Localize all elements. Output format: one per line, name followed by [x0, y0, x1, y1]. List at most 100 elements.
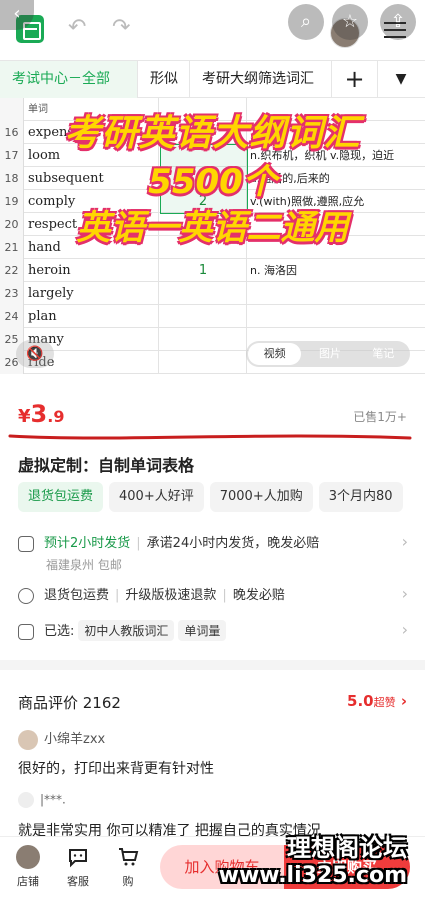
selected-options-row[interactable]: 已选: 初中人教版词汇 单词量 › [18, 620, 408, 641]
cell-definition[interactable]: n. 海洛因 [248, 259, 425, 282]
chevron-down-icon[interactable]: ▼ [378, 61, 424, 97]
price-area: ¥3.9 已售1万+ [0, 378, 425, 440]
favorite-button[interactable]: ☆ [332, 4, 368, 40]
bottom-action-bar: 店铺 客服 购 加入购物车 立即购买 [0, 836, 425, 900]
shipping-row[interactable]: 预计2小时发货 | 承诺24小时内发货，晚发必赔 › 福建泉州 包邮 [18, 532, 408, 573]
row-number[interactable]: 23 [0, 282, 24, 305]
cell-definition[interactable]: v.(with)照做,遵照,应允 [248, 190, 425, 213]
section-divider [0, 660, 425, 670]
row-number[interactable]: 16 [0, 121, 24, 144]
cell-word[interactable]: plan [25, 305, 159, 328]
product-page: ‹ ↶ ↷ ⌕ ☆ ⇪ 考试中心－全部 形似 考研大纲筛选词汇 + ▼ 单词 1… [0, 0, 425, 900]
tab-video[interactable]: 视频 [248, 343, 302, 365]
buy-now-button[interactable]: 立即购买 [284, 845, 410, 889]
price-integer: 3 [30, 400, 48, 428]
row-number[interactable]: 22 [0, 259, 24, 282]
sold-count: 已售1万+ [353, 410, 407, 424]
service-compensation: 晚发必赔 [232, 588, 285, 603]
chip-good-reviews[interactable]: 400+人好评 [109, 482, 204, 512]
tab-exam-center[interactable]: 考试中心－全部 [0, 61, 138, 98]
cell-word[interactable]: expensive [25, 121, 159, 144]
shop-avatar [16, 845, 40, 869]
redo-icon[interactable]: ↷ [112, 16, 130, 40]
shipping-origin: 福建泉州 包邮 [46, 557, 122, 572]
table-row: 21 hand [0, 236, 425, 259]
share-button[interactable]: ⇪ [380, 4, 416, 40]
selected-label: 已选: [44, 624, 75, 639]
cart-label: 购 [122, 875, 134, 888]
row-number[interactable]: 21 [0, 236, 24, 259]
review-score[interactable]: 5.0超赞 › [347, 692, 407, 710]
cell-count[interactable] [160, 328, 247, 351]
table-row: 22 heroin 1 n. 海洛因 [0, 259, 425, 282]
chip-recent-sales[interactable]: 3个月内80 [318, 482, 403, 512]
chip-return-shipping[interactable]: 退货包运费 [18, 482, 104, 512]
table-row: 24 plan [0, 305, 425, 328]
cell-count[interactable]: 1 [160, 259, 247, 282]
selected-option-1: 初中人教版词汇 [78, 620, 175, 641]
cell-word[interactable]: loom [25, 144, 159, 167]
shop-button[interactable]: 店铺 [8, 845, 48, 889]
review-text-1: 很好的，打印出来背更有针对性 [18, 761, 214, 777]
tab-image[interactable]: 图片 [303, 341, 356, 367]
chat-icon [69, 849, 87, 868]
customer-service-button[interactable]: 客服 [58, 845, 98, 889]
service-row[interactable]: 退货包运费 | 升级版极速退款 | 晚发必赔 › [18, 584, 408, 604]
reviews-title[interactable]: 商品评价 2162 [18, 692, 121, 713]
column-header-word: 单词 [25, 98, 159, 121]
chip-cart-adds[interactable]: 7000+人加购 [209, 482, 313, 512]
cell-count[interactable] [160, 236, 247, 259]
cart-icon [119, 848, 139, 866]
cell-word[interactable]: largely [25, 282, 159, 305]
price-decimal: .9 [47, 407, 65, 426]
cell-definition[interactable] [248, 213, 425, 236]
cell-word[interactable]: heroin [25, 259, 159, 282]
row-number[interactable]: 17 [0, 144, 24, 167]
cart-icon-button[interactable]: 购 [108, 845, 148, 889]
undo-icon[interactable]: ↶ [68, 16, 86, 40]
row-number[interactable]: 18 [0, 167, 24, 190]
avatar [18, 792, 34, 808]
cell-count[interactable] [160, 351, 247, 374]
media-toggle: 视频 图片 笔记 [246, 341, 410, 367]
add-sheet-button[interactable]: + [332, 61, 378, 97]
cell-definition[interactable]: a.随后的,后来的 [248, 167, 425, 190]
cell-word[interactable]: comply [25, 190, 159, 213]
cell-word[interactable]: subsequent [25, 167, 159, 190]
cell-word[interactable]: hand [25, 236, 159, 259]
cell-definition[interactable]: n.织布机，织机 v.隐现，迫近 [248, 144, 425, 167]
row-number[interactable]: 19 [0, 190, 24, 213]
review-author-2: |***. [18, 792, 66, 808]
selected-cell[interactable] [160, 144, 248, 214]
review-score-value: 5.0 [347, 692, 374, 710]
review-score-tag: 超赞 [373, 696, 396, 709]
cell-definition[interactable] [248, 282, 425, 305]
service-label: 客服 [67, 875, 89, 888]
search-button[interactable]: ⌕ [288, 4, 324, 40]
cell-definition[interactable] [248, 121, 425, 144]
cell-count[interactable] [160, 213, 247, 236]
cell-word[interactable]: respect [25, 213, 159, 236]
options-icon [18, 623, 34, 640]
cell-definition[interactable] [248, 236, 425, 259]
shipping-icon [18, 535, 34, 552]
spreadsheet-grid: 单词 16 expensive 17 loom n.织布机，织机 v.隐现，迫近 18 su… [0, 98, 425, 378]
cell-count[interactable] [160, 305, 247, 328]
shipping-eta: 预计2小时发货 [44, 536, 131, 551]
row-number[interactable]: 24 [0, 305, 24, 328]
tab-syllabus-filter[interactable]: 考研大纲筛选词汇 [190, 61, 332, 98]
review-author-name: 小绵羊zxx [44, 732, 106, 747]
row-number[interactable]: 20 [0, 213, 24, 236]
service-refund: 升级版极速退款 [125, 588, 217, 603]
add-to-cart-button[interactable]: 加入购物车 [160, 845, 284, 889]
chevron-right-icon: › [401, 584, 408, 603]
cell-count[interactable] [160, 121, 247, 144]
mute-icon[interactable]: 🔇 [16, 340, 54, 368]
cell-definition[interactable] [248, 305, 425, 328]
cell-count[interactable] [160, 282, 247, 305]
tab-similar[interactable]: 形似 [138, 61, 190, 98]
chevron-right-icon: › [401, 532, 408, 551]
table-row: 20 respect [0, 213, 425, 236]
selected-option-2: 单词量 [178, 620, 227, 641]
tab-note[interactable]: 笔记 [357, 341, 410, 367]
